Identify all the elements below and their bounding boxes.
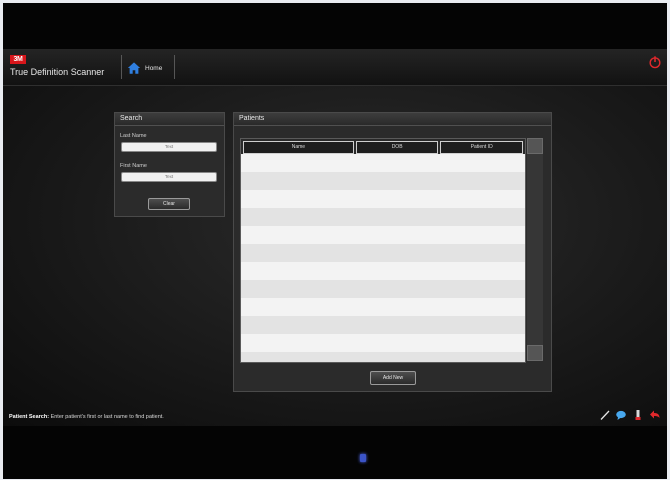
- table-row[interactable]: [241, 298, 525, 316]
- table-row[interactable]: [241, 334, 525, 352]
- back-arrow-icon[interactable]: [649, 409, 661, 421]
- table-row[interactable]: [241, 262, 525, 280]
- patients-panel: Patients Name DOB Patient ID Add New: [233, 112, 552, 392]
- column-header-patient-id[interactable]: Patient ID: [440, 141, 523, 154]
- status-bar: Patient Search: Enter patient's first or…: [9, 414, 164, 420]
- table-scrollbar[interactable]: [527, 138, 543, 361]
- patients-table: Name DOB Patient ID: [240, 138, 526, 363]
- column-header-dob[interactable]: DOB: [355, 141, 439, 154]
- scroll-up-button[interactable]: [527, 138, 543, 154]
- search-panel: Search Last Name First Name Clear: [114, 112, 225, 217]
- patients-panel-title: Patients: [234, 113, 551, 126]
- nav-divider: [121, 55, 122, 79]
- power-icon[interactable]: [648, 55, 662, 69]
- home-icon: [127, 62, 141, 74]
- first-name-input[interactable]: [121, 172, 217, 182]
- scanner-wand-icon[interactable]: [632, 409, 644, 421]
- table-row[interactable]: [241, 172, 525, 190]
- status-message: Enter patient's first or last name to fi…: [50, 414, 164, 420]
- table-body: [241, 154, 525, 362]
- table-row[interactable]: [241, 154, 525, 172]
- table-row[interactable]: [241, 280, 525, 298]
- table-header: Name DOB Patient ID: [241, 139, 525, 154]
- clear-button[interactable]: Clear: [148, 198, 190, 210]
- add-new-button[interactable]: Add New: [370, 371, 416, 385]
- search-panel-title: Search: [115, 113, 224, 126]
- table-row[interactable]: [241, 226, 525, 244]
- last-name-input[interactable]: [121, 142, 217, 152]
- last-name-label: Last Name: [120, 133, 147, 139]
- table-row[interactable]: [241, 190, 525, 208]
- status-prefix: Patient Search:: [9, 414, 50, 420]
- first-name-label: First Name: [120, 163, 147, 169]
- app-title: True Definition Scanner: [10, 67, 105, 77]
- scroll-down-button[interactable]: [527, 345, 543, 361]
- brand-logo: 3M: [10, 55, 26, 64]
- table-row[interactable]: [241, 208, 525, 226]
- table-row[interactable]: [241, 316, 525, 334]
- pen-icon[interactable]: [599, 409, 611, 421]
- home-label: Home: [145, 64, 163, 72]
- table-row[interactable]: [241, 244, 525, 262]
- nav-divider: [174, 55, 175, 79]
- table-row[interactable]: [241, 352, 525, 362]
- home-button[interactable]: Home: [127, 59, 173, 77]
- monitor-frame: 3M True Definition Scanner Home Search L…: [3, 3, 667, 479]
- monitor-power-led: [360, 454, 366, 462]
- chat-bubble-icon[interactable]: [615, 409, 627, 421]
- column-header-name[interactable]: Name: [243, 141, 354, 154]
